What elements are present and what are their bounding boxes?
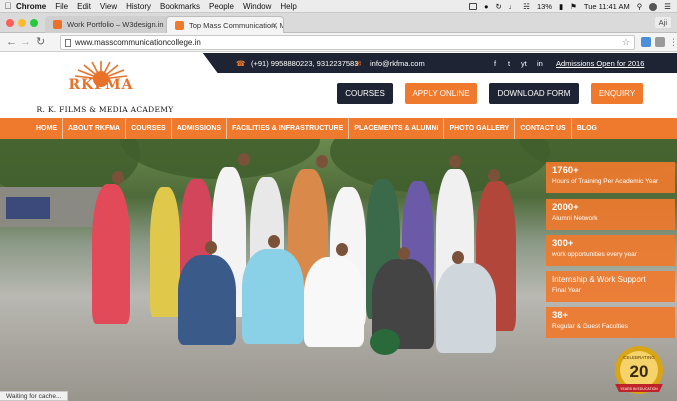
signboard (6, 197, 50, 219)
stat-work-opportunities: 300+ work opportunities every year (546, 235, 675, 266)
back-arrow-icon[interactable]: ← (6, 34, 17, 51)
green-bag (370, 329, 400, 355)
nav-admissions[interactable]: ADMISSIONS (172, 118, 228, 139)
menu-window[interactable]: Window (243, 2, 271, 11)
evernote-icon[interactable]: ● (484, 2, 489, 11)
email-link[interactable]: info@rkfma.com (370, 59, 425, 68)
close-window-icon[interactable] (6, 19, 14, 27)
logo-subtitle: R. K. FILMS & MEDIA ACADEMY (36, 105, 174, 114)
nav-facilities[interactable]: FACILITIES & INFRASTRUCTURE (227, 118, 350, 139)
user-avatar-icon[interactable] (649, 2, 658, 11)
bookmark-star-icon[interactable]: ☆ (622, 36, 630, 49)
sync-icon[interactable]: ↻ (495, 2, 501, 11)
nav-home[interactable]: HOME (0, 118, 63, 139)
mac-menubar:  Chrome File Edit View History Bookmark… (0, 0, 677, 13)
nav-placements[interactable]: PLACEMENTS & ALUMNI (349, 118, 445, 139)
nav-about[interactable]: ABOUT RKFMA (63, 118, 127, 139)
main-nav: HOME ABOUT RKFMA COURSES ADMISSIONS FACI… (0, 118, 677, 139)
badge-bottom-text: YEARS IN EDUCATION (620, 387, 658, 391)
reload-icon[interactable]: ↻ (36, 34, 45, 51)
profile-button[interactable]: Aji (654, 17, 671, 28)
menu-people[interactable]: People (209, 2, 234, 11)
stat-internship: Internship & Work Support Final Year (546, 271, 675, 302)
youtube-icon[interactable]: yt (521, 59, 527, 68)
page-info-icon[interactable] (65, 39, 71, 47)
nav-blog[interactable]: BLOG (572, 118, 602, 139)
facebook-icon[interactable]: f (494, 59, 496, 68)
admissions-link[interactable]: Admissions Open for 2016 (556, 59, 644, 68)
w3design-favicon-icon (53, 20, 62, 29)
menu-file[interactable]: File (55, 2, 68, 11)
stat-faculties: 38+ Regular & Guest Faculties (546, 307, 675, 338)
status-bubble: Waiting for cache... (0, 391, 69, 401)
nav-courses[interactable]: COURSES (126, 118, 172, 139)
linkedin-icon[interactable]: in (537, 59, 543, 68)
website: ☎ (+91) 9958880223, 9312237583 ✉ info@rk… (0, 53, 677, 401)
dropbox-icon[interactable] (468, 3, 477, 10)
clock[interactable]: Tue 11:41 AM (584, 2, 630, 11)
extension-icon[interactable] (641, 37, 651, 47)
menu-bookmarks[interactable]: Bookmarks (160, 2, 200, 11)
window-controls (6, 19, 38, 27)
menu-view[interactable]: View (100, 2, 117, 11)
enquiry-button[interactable]: ENQUIRY (591, 83, 643, 104)
contact-topbar: ☎ (+91) 9958880223, 9312237583 ✉ info@rk… (202, 53, 677, 73)
forward-arrow-icon[interactable]: → (20, 34, 31, 51)
nav-contact[interactable]: CONTACT US (515, 118, 572, 139)
menubar-status-area: ● ↻ ♩ ☵ 13% ▮ ⚑ Tue 11:41 AM ⚲ ☰ (468, 0, 671, 13)
site-logo[interactable]: RKFMA R. K. FILMS & MEDIA ACADEMY (30, 59, 180, 119)
zoom-window-icon[interactable] (30, 19, 38, 27)
menu-icon[interactable]: ⋮ (669, 34, 677, 51)
url-text[interactable]: www.masscommunicationcollege.in (75, 38, 201, 47)
mail-icon: ✉ (355, 59, 362, 68)
address-bar[interactable]: www.masscommunicationcollege.in ☆ (60, 35, 635, 50)
minimize-window-icon[interactable] (18, 19, 26, 27)
rkfma-favicon-icon (175, 21, 184, 30)
twitter-icon[interactable]: t (508, 59, 510, 68)
apple-icon[interactable]:  (0, 1, 16, 11)
extension-icon[interactable] (655, 37, 665, 47)
notification-center-icon[interactable]: ☰ (664, 2, 671, 11)
download-form-button[interactable]: DOWNLOAD FORM (489, 83, 579, 104)
logo-wordmark: RKFMA (68, 77, 134, 93)
tab-strip: Work Portfolio – W3design.in ✕ Top Mass … (0, 13, 677, 33)
phone-numbers[interactable]: (+91) 9958880223, 9312237583 (251, 59, 358, 68)
menu-history[interactable]: History (126, 2, 151, 11)
stat-hours: 1760+ Hours of Training Per Academic Yea… (546, 162, 675, 193)
menu-app-name[interactable]: Chrome (16, 2, 46, 11)
menu-edit[interactable]: Edit (77, 2, 91, 11)
search-icon[interactable]: ⚲ (637, 2, 643, 11)
hero-banner-image: 1760+ Hours of Training Per Academic Yea… (0, 139, 677, 401)
badge-number: 20 (630, 362, 649, 381)
close-tab-icon[interactable]: ✕ (271, 17, 278, 33)
flag-icon[interactable]: ⚑ (570, 2, 577, 11)
menu-help[interactable]: Help (280, 2, 296, 11)
celebrating-20-years-badge: CELEBRATING 20 YEARS IN EDUCATION (615, 346, 663, 394)
browser-toolbar: ← → ↻ www.masscommunicationcollege.in ☆ … (0, 33, 677, 52)
apply-online-button[interactable]: APPLY ONLINE (405, 83, 477, 104)
tab-title: Work Portfolio – W3design.in (67, 20, 164, 29)
tab-work-portfolio[interactable]: Work Portfolio – W3design.in ✕ (45, 16, 177, 33)
courses-button[interactable]: COURSES (337, 83, 393, 104)
nav-photo-gallery[interactable]: PHOTO GALLERY (444, 118, 516, 139)
phone-icon: ☎ (236, 59, 246, 68)
tab-title: Top Mass Communication, Me (189, 21, 284, 30)
wifi-icon[interactable]: ☵ (523, 2, 530, 11)
battery-percent[interactable]: 13% (537, 2, 552, 11)
tab-rkfma[interactable]: Top Mass Communication, Me ✕ (166, 16, 284, 33)
badge-top-text: CELEBRATING (623, 355, 655, 360)
stat-alumni: 2000+ Alumni Network (546, 199, 675, 230)
battery-icon[interactable]: ▮ (559, 2, 563, 11)
volume-icon[interactable]: ♩ (509, 2, 517, 11)
